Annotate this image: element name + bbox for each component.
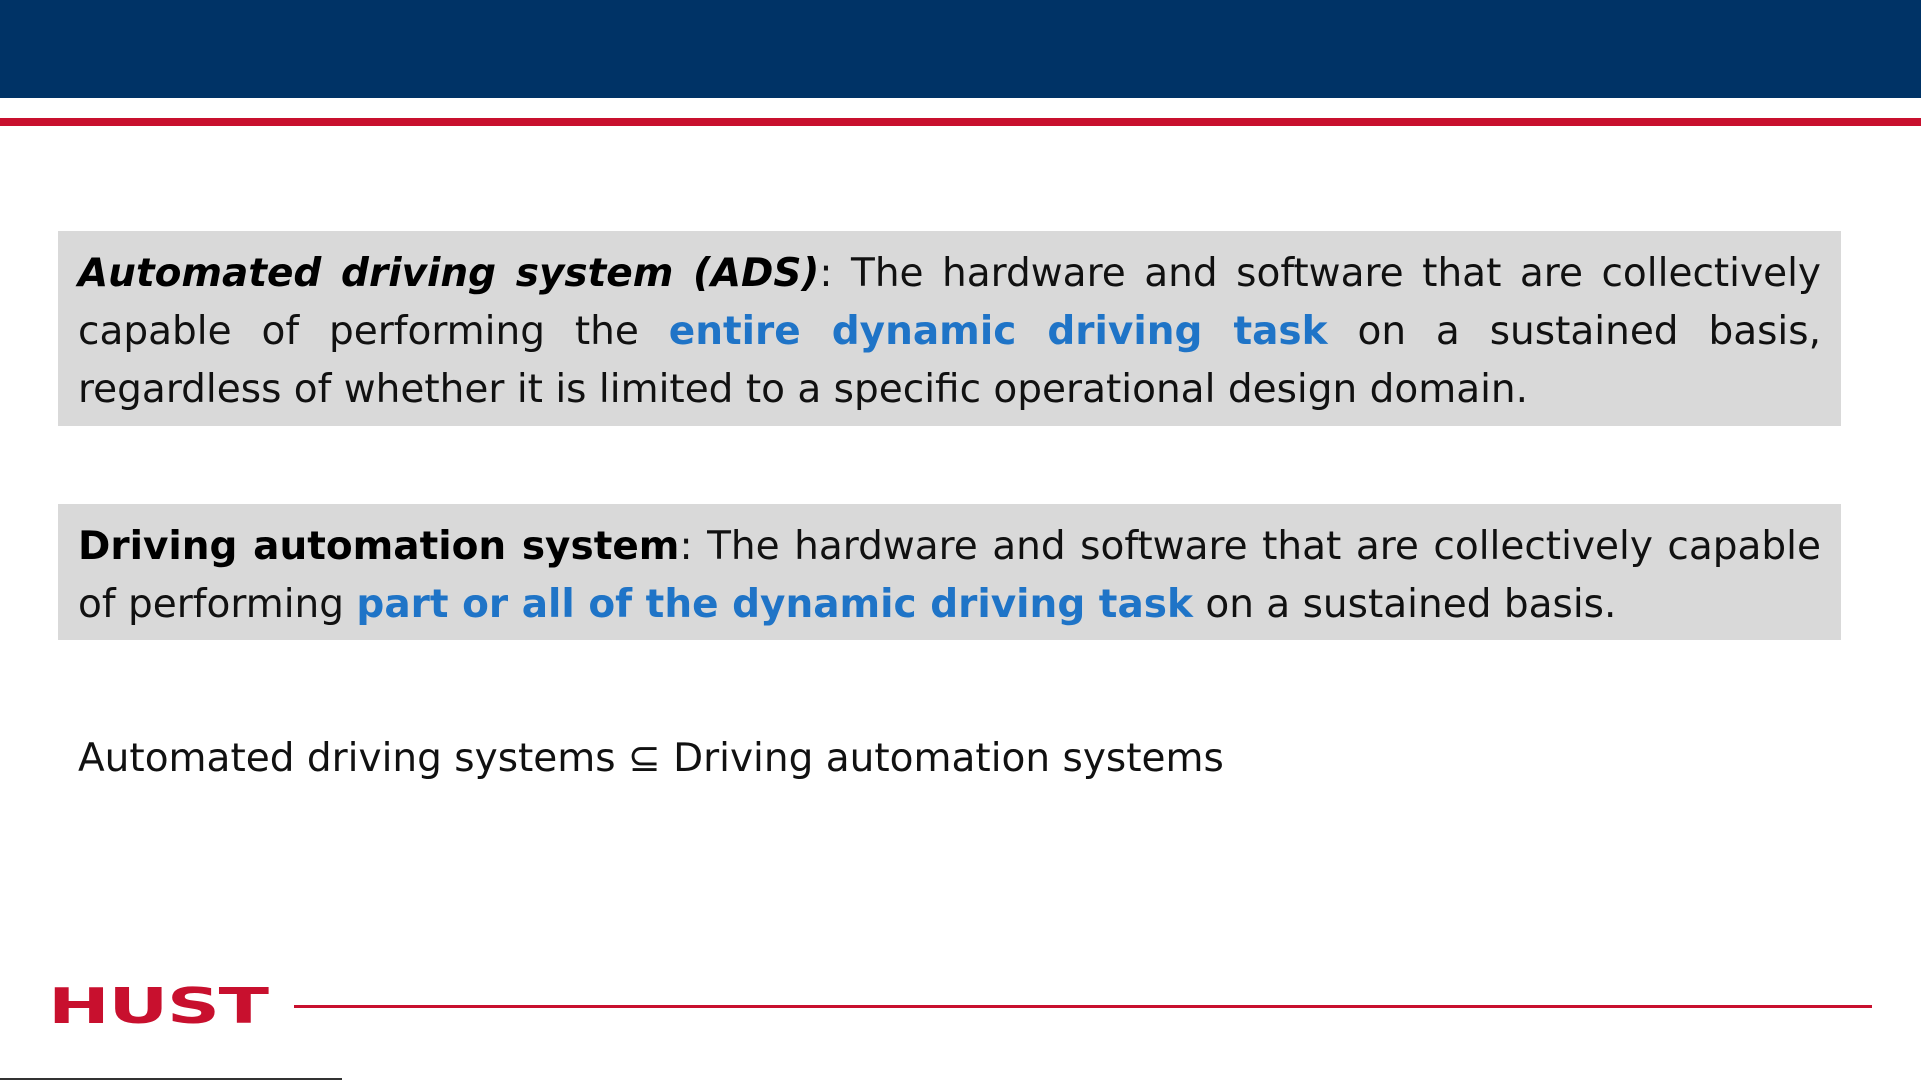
footer-red-rule xyxy=(294,1005,1872,1008)
header-bar xyxy=(0,0,1921,98)
definition-box-ads: Automated driving system (ADS): The hard… xyxy=(58,231,1841,426)
hust-logo: HUST xyxy=(48,978,269,1036)
das-text-after: on a sustained basis. xyxy=(1192,582,1617,627)
ads-highlight: entire dynamic driving task xyxy=(668,309,1328,354)
das-separator: : xyxy=(679,524,693,569)
footer-dark-line xyxy=(0,1078,342,1080)
slide: Automated driving system (ADS): The hard… xyxy=(0,0,1921,1081)
ads-term: Automated driving system (ADS) xyxy=(78,251,820,296)
ads-separator: : xyxy=(819,251,833,296)
subset-relation: Automated driving systems ⊆ Driving auto… xyxy=(78,736,1224,781)
definition-box-das: Driving automation system: The hardware … xyxy=(58,504,1841,640)
header-red-rule xyxy=(0,118,1921,126)
das-term: Driving automation system xyxy=(78,524,680,569)
das-highlight: part or all of the dynamic driving task xyxy=(356,582,1193,627)
